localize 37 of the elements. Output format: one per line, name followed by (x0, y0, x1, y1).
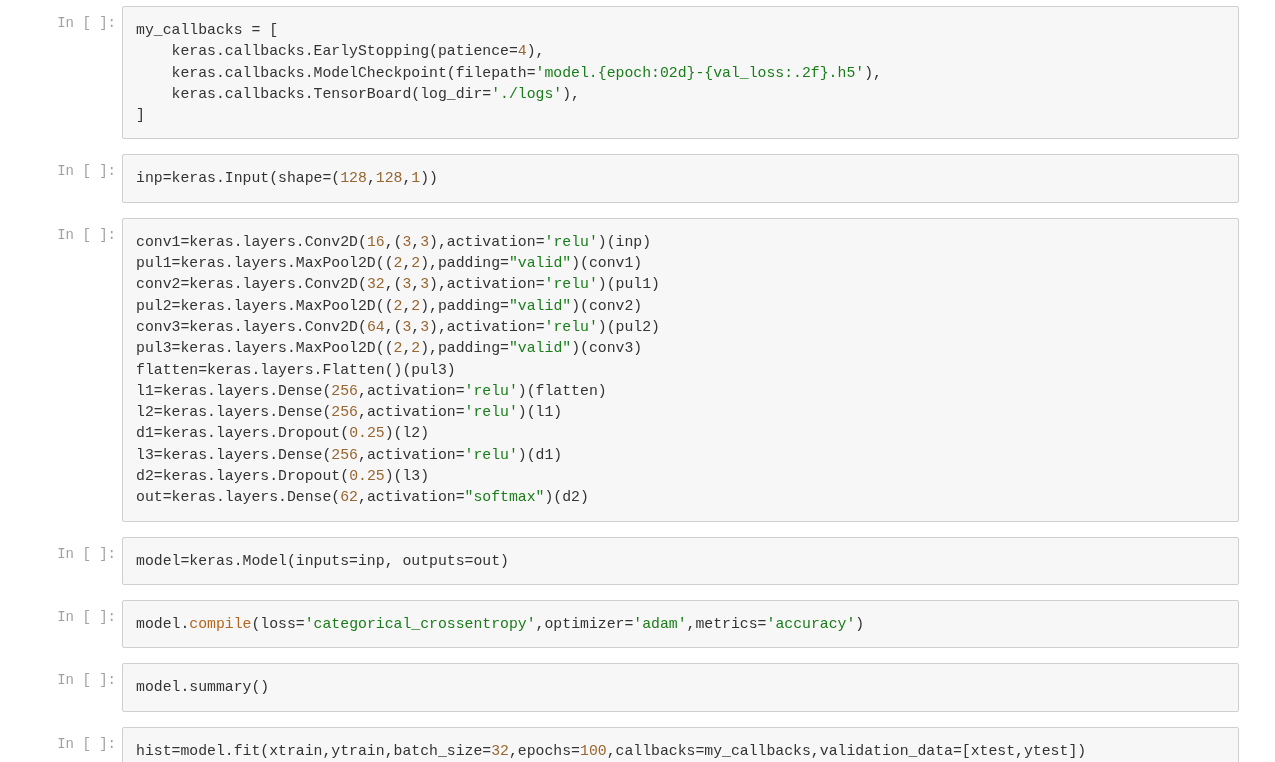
code-editor[interactable] (122, 217, 1239, 522)
code-line: my_callbacks = [ (136, 21, 279, 40)
input-prompt: In [ ]: (56, 15, 117, 32)
code-editor[interactable]: my_callbacks = [ keras.callbacks.EarlyStopping(patience=4), keras.callbacks.ModelCheckpoint(filepath='model.{epoch:02d}-{val_loss:.2f}.h5'), keras.callbacks.TensorBoard(log_dir='./logs'), ] (122, 6, 1239, 140)
code-editor[interactable]: hist=model.fit(xtrain,ytrain,batch_size=32,epochs=100,callbacks=my_callbacks,validation_data=[xtest,ytest]) (122, 726, 1239, 762)
code-editor[interactable]: model.summary() (122, 663, 1239, 712)
code-line: d2=keras.layers.Dropout(0.25)(l3) (136, 467, 430, 487)
code-editor[interactable]: inp=keras.Input(shape=(128,128,1)) (122, 154, 1239, 203)
code-line: keras.callbacks.TensorBoard(log_dir='./logs'), (170, 84, 580, 104)
code-line: pul2=keras.layers.MaxPool2D((2,2),padding="valid")(conv2) (136, 296, 643, 316)
input-prompt: In [ ]: (56, 226, 117, 244)
input-prompt: In [ ]: (56, 545, 117, 563)
code-line: conv3=keras.layers.Conv2D(64,(3,3),activation='relu')(pul2) (136, 317, 660, 337)
input-prompt: In [ ]: (56, 735, 117, 753)
code-line: l1=keras.layers.Dense(256,activation='relu')(flatten) (136, 381, 607, 401)
code-line: keras.callbacks.EarlyStopping(patience=4), (170, 42, 545, 62)
input-prompt: In [ ]: (56, 608, 117, 626)
input-prompt: In [ ]: (56, 672, 117, 690)
code-line: hist=model.fit(xtrain,ytrain,batch_size=32,epochs=100,callbacks=my_callbacks,validation_data=[xtest,ytest]) (136, 741, 1087, 761)
code-line: conv1=keras.layers.Conv2D(16,(3,3),activation='relu')(inp) (136, 232, 652, 252)
code-line: l3=keras.layers.Dense(256,activation='relu')(d1) (136, 445, 563, 465)
code-editor[interactable]: model=keras.Model(inputs=inp, outputs=out) (122, 536, 1239, 585)
code-line: model=keras.Model(inputs=inp, outputs=out) (136, 551, 509, 571)
code-editor[interactable]: model.compile(loss='categorical_crossentropy',optimizer='adam',metrics='accuracy') (122, 599, 1239, 649)
code-line: out=keras.layers.Dense(62,activation="softmax")(d2) (136, 488, 589, 508)
code-line: model.summary() (136, 678, 270, 698)
code-line: d1=keras.layers.Dropout(0.25)(l2) (136, 424, 430, 444)
input-prompt: In [ ]: (56, 163, 117, 181)
code-line: pul1=keras.layers.MaxPool2D((2,2),padding="valid")(conv1) (136, 254, 643, 274)
code-line: flatten=keras.layers.Flatten()(pul3) (136, 360, 456, 380)
code-line: l2=keras.layers.Dense(256,activation='relu')(l1) (136, 403, 563, 423)
code-line: inp=keras.Input(shape=(128,128,1)) (136, 169, 438, 189)
code-line: ] (136, 106, 145, 126)
code-line: model.compile(loss='categorical_crossentropy',optimizer='adam',metrics='accuracy') (136, 614, 865, 634)
code-line: pul3=keras.layers.MaxPool2D((2,2),padding="valid")(conv3) (136, 339, 643, 359)
code-line: keras.callbacks.ModelCheckpoint(filepath='model.{epoch:02d}-{val_loss:.2f}.h5'), (170, 63, 882, 83)
code-line: conv2=keras.layers.Conv2D(32,(3,3),activation='relu')(pul1) (136, 275, 660, 295)
